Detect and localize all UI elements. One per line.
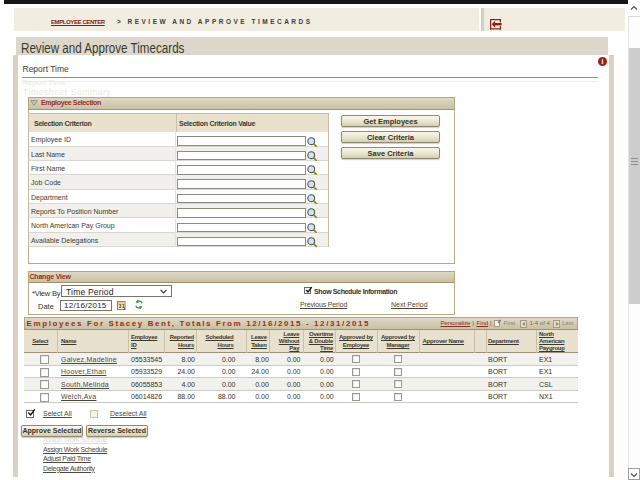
svg-text:31: 31 <box>118 303 124 309</box>
